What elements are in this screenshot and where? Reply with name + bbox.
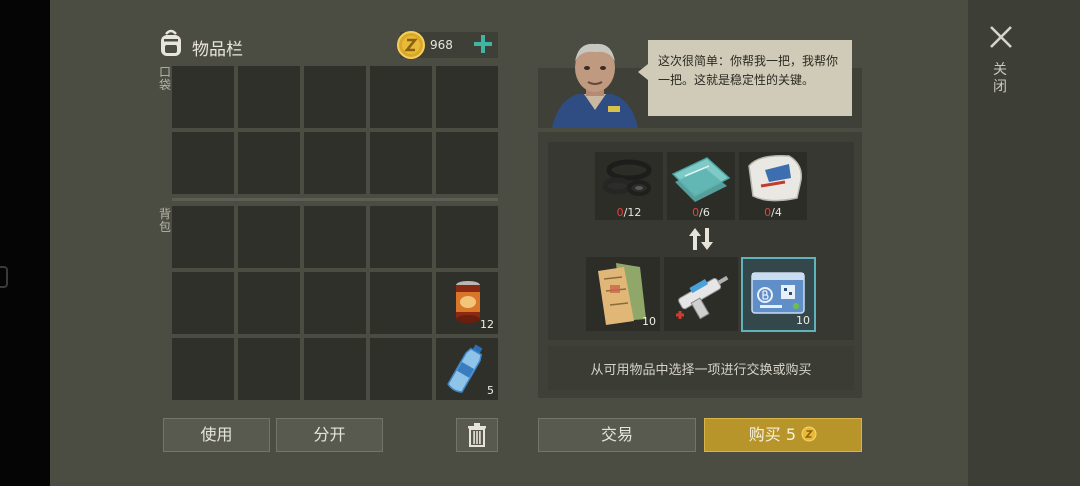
pocket-slot[interactable] [304,66,366,128]
backpack-slot[interactable] [370,338,432,400]
backpack-slot[interactable] [370,272,432,334]
trash-icon [468,423,486,447]
backpack-slot[interactable] [370,206,432,268]
backpack-slot[interactable] [436,206,498,268]
backpack-slot-water-bottle[interactable]: 5 [436,338,498,400]
buy-price: 5 [785,425,797,444]
pocket-slot[interactable] [436,66,498,128]
backpack-slot[interactable] [238,206,300,268]
device-bezel [0,0,50,486]
camera-notch [0,266,8,288]
trade-hint: 从可用物品中选择一项进行交换或购买 [548,346,854,390]
buy-button[interactable]: 购买 5 [704,418,862,452]
syringe-gun-icon [676,275,729,320]
split-button[interactable]: 分开 [276,418,383,452]
offer-item-maps[interactable]: 10 [586,257,660,331]
rubber-seals-icon [602,159,652,196]
npc-speech-bubble: 这次很简单：你帮我一把，我帮你一把。这就是稳定性的关键。 [638,40,852,116]
inventory-header: 物品栏 968 [156,28,498,62]
pocket-label: 口袋 [158,65,171,92]
offer-count: 10 [796,314,810,327]
pocket-slot[interactable] [172,66,234,128]
inventory-title: 物品栏 [192,40,243,60]
use-button[interactable]: 使用 [163,418,270,452]
offer-item-syringe-gun[interactable] [664,257,738,331]
backpack-slot[interactable] [172,272,234,334]
pocket-slot[interactable] [370,66,432,128]
required-count: 0/4 [764,206,782,219]
cement-bag-icon [748,154,802,202]
close-label[interactable]: 关闭 [990,62,1010,96]
pocket-slot[interactable] [436,132,498,194]
item-count: 5 [487,384,494,397]
backpack-slot[interactable] [304,272,366,334]
backpack-slot[interactable] [172,206,234,268]
trash-button[interactable] [456,418,498,452]
required-count: 0/6 [692,206,710,219]
backpack-slot[interactable] [238,272,300,334]
pocket-slot[interactable] [238,132,300,194]
required-item-rubber-seals[interactable]: 0/12 [595,152,663,220]
backpack-slot[interactable] [172,338,234,400]
screen-shade [968,0,1080,486]
backpack-slot[interactable] [304,206,366,268]
trader-portrait [552,43,638,128]
coin-icon [397,31,425,59]
pocket-slot[interactable] [304,132,366,194]
section-divider [172,198,498,201]
offer-count: 10 [642,315,656,328]
glass-sheets-icon [671,157,731,202]
trade-button[interactable]: 交易 [538,418,696,452]
pocket-slot[interactable] [172,132,234,194]
backpack-icon [161,29,181,56]
add-coins-button[interactable] [472,33,494,55]
required-item-glass-sheets[interactable]: 0/6 [667,152,735,220]
pocket-slot[interactable] [238,66,300,128]
backpack-slot[interactable] [238,338,300,400]
coin-balance: 968 [397,31,498,59]
backpack-label: 背包 [158,207,171,234]
offer-item-sector-b-keycard[interactable]: 10 [741,257,816,332]
close-icon[interactable] [988,24,1014,50]
water-bottle-icon [447,344,483,393]
coin-icon [801,426,817,442]
trade-hint-text: 从可用物品中选择一项进行交换或购买 [590,363,812,378]
swap-arrows-icon [689,228,713,250]
backpack-slot-canned-food[interactable]: 12 [436,272,498,334]
buy-label: 购买 [748,425,781,444]
coin-count: 968 [430,38,453,52]
pocket-slot[interactable] [370,132,432,194]
required-count: 0/12 [616,206,642,219]
item-count: 12 [480,318,494,331]
required-item-cement-bag[interactable]: 0/4 [739,152,807,220]
backpack-slot[interactable] [304,338,366,400]
